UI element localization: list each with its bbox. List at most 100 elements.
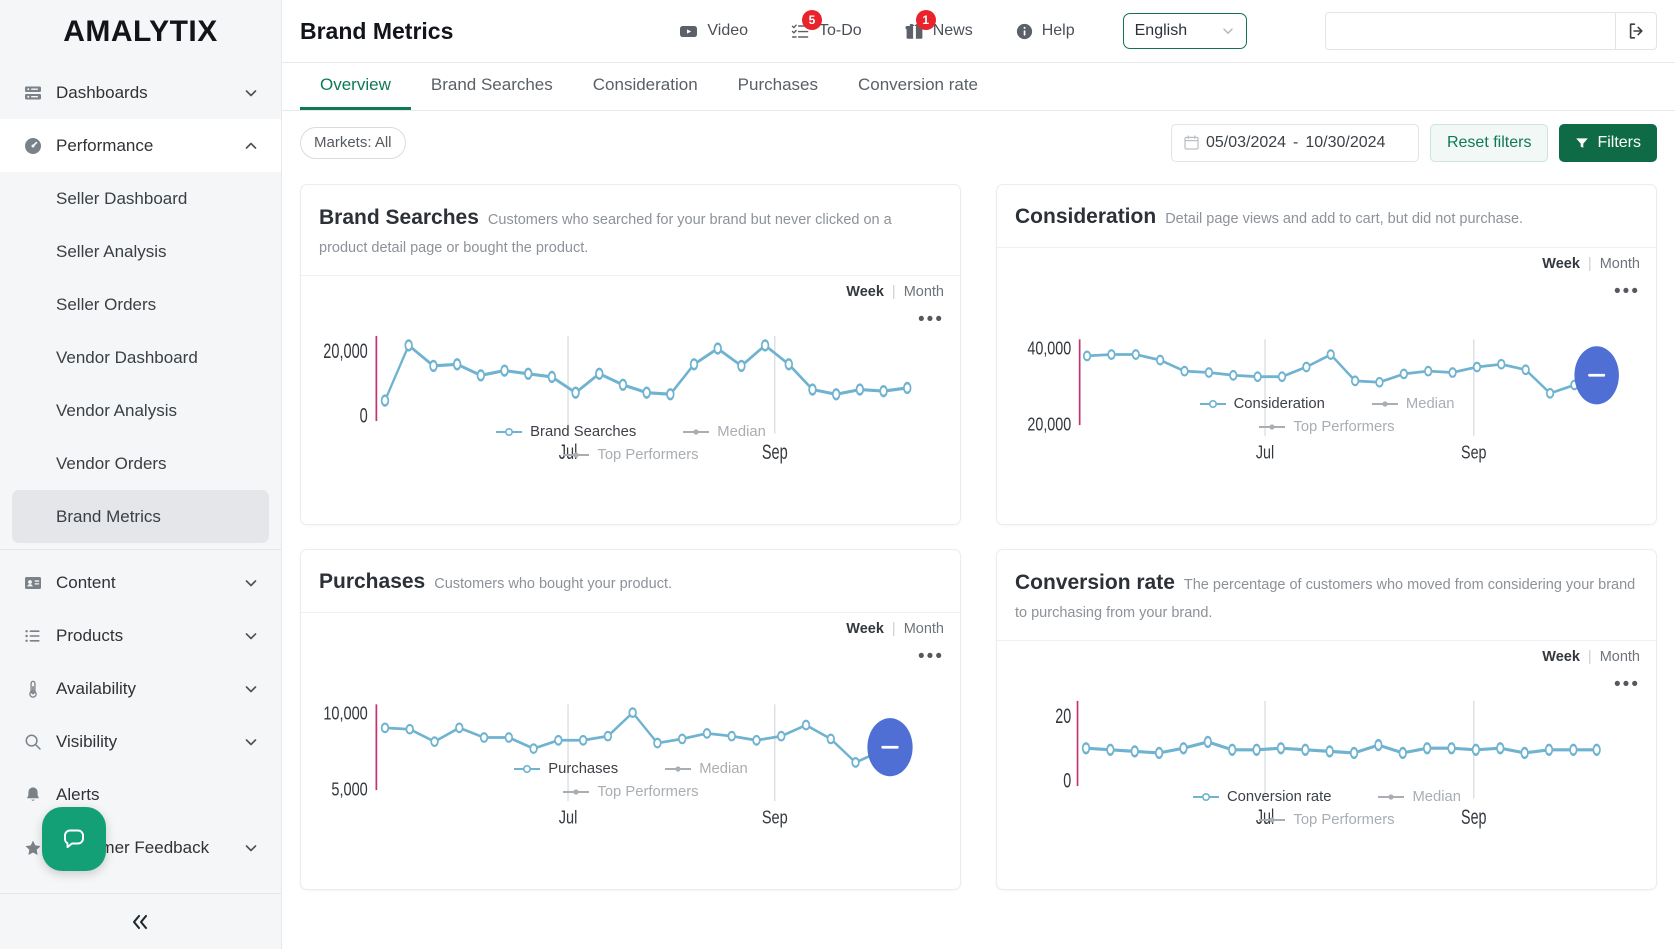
search-input[interactable] [1324, 12, 1615, 50]
legend-row-secondary: Top Performers [1258, 812, 1395, 828]
sidebar-item-products[interactable]: Products [0, 609, 281, 662]
tab-consideration[interactable]: Consideration [573, 63, 718, 110]
sidebar-item-alerts[interactable]: Alerts [0, 768, 281, 821]
legend-median[interactable]: Median [1377, 789, 1461, 805]
sidebar-subitem-label: Seller Dashboard [56, 188, 188, 208]
legend-consideration[interactable]: Consideration [1199, 396, 1325, 412]
chevron-down-icon [243, 85, 259, 101]
legend-row-primary: Brand Searches Median [495, 424, 766, 440]
tab-label: Overview [320, 75, 391, 94]
date-from: 05/03/2024 [1205, 133, 1287, 151]
legend-median[interactable]: Median [1371, 396, 1455, 413]
date-range-picker[interactable]: 05/03/2024 - 10/30/2024 [1170, 123, 1419, 162]
sidebar-item-vendor-analysis[interactable]: Vendor Analysis [0, 384, 281, 437]
legend-median[interactable]: Median [682, 424, 766, 440]
sidebar-item-seller-analysis[interactable]: Seller Analysis [0, 225, 281, 278]
card-description: Customers who bought your product. [434, 576, 672, 592]
tab-overview[interactable]: Overview [300, 63, 411, 110]
info-icon [1015, 22, 1034, 41]
chat-bubble-icon[interactable] [42, 807, 106, 871]
sidebar-item-label: Alerts [56, 784, 100, 804]
search-group [1324, 12, 1657, 50]
sidebar-item-availability[interactable]: Availability [0, 662, 281, 715]
card-title: Conversion rate [1015, 571, 1175, 594]
markets-filter-chip[interactable]: Markets: All [300, 126, 406, 159]
chart-purchases[interactable]: 10,000 5,000 Jul Sep [301, 613, 960, 890]
chevron-down-icon [243, 681, 259, 697]
tab-brand-searches[interactable]: Brand Searches [411, 63, 573, 110]
legend-conversion-rate[interactable]: Conversion rate [1192, 789, 1331, 805]
thermometer-icon [22, 678, 44, 700]
todo-button[interactable]: 5 To-Do [790, 9, 862, 42]
legend-top-performers[interactable]: Top Performers [562, 447, 699, 463]
todo-badge: 5 [802, 9, 823, 30]
tab-conversion-rate[interactable]: Conversion rate [838, 63, 998, 110]
app-root: AMALYTIX Dashboards Performance Seller D… [0, 0, 1675, 949]
tab-purchases[interactable]: Purchases [718, 63, 838, 110]
chart-consideration[interactable]: 40,000 20,000 Jul Sep [997, 248, 1656, 525]
legend-label: Median [1412, 788, 1461, 805]
sidebar-collapse-button[interactable] [0, 893, 281, 949]
filters-button[interactable]: Filters [1559, 123, 1657, 162]
sidebar-item-label: Products [56, 625, 124, 645]
sidebar-item-vendor-dashboard[interactable]: Vendor Dashboard [0, 331, 281, 384]
chart-legend: Purchases Median Top Performers [301, 761, 960, 800]
card-body: Week | Month ••• 20 0 Jul Sep Conversion… [997, 641, 1656, 890]
legend-label: Purchases [548, 761, 619, 778]
legend-row-primary: Consideration Median [1199, 396, 1455, 413]
tab-label: Brand Searches [430, 75, 553, 94]
chart-legend: Brand Searches Median Top Performers [301, 424, 960, 463]
card-header: Brand Searches Customers who searched for… [301, 185, 960, 276]
main-content: Brand Metrics Video 5 To-Do 1 News Help … [282, 0, 1675, 949]
video-button[interactable]: Video [678, 21, 748, 42]
chart-conversion-rate[interactable]: 20 0 Jul Sep [997, 641, 1656, 890]
legend-row-primary: Purchases Median [513, 761, 748, 777]
svg-text:20: 20 [1055, 704, 1071, 727]
legend-label: Median [1405, 396, 1455, 413]
legend-top-performers[interactable]: Top Performers [562, 784, 699, 801]
legend-median[interactable]: Median [664, 761, 748, 777]
sidebar-item-visibility[interactable]: Visibility [0, 715, 281, 768]
sidebar-subitem-label: Seller Orders [56, 294, 157, 314]
sidebar-item-seller-orders[interactable]: Seller Orders [0, 278, 281, 331]
sidebar-item-seller-dashboard[interactable]: Seller Dashboard [0, 172, 281, 225]
svg-text:40,000: 40,000 [1027, 338, 1071, 359]
news-button[interactable]: 1 News [904, 9, 973, 42]
logout-icon [1626, 21, 1646, 41]
sidebar-subitem-label: Brand Metrics [56, 506, 161, 526]
sidebar-subitem-label: Vendor Orders [56, 453, 167, 473]
top-actions: Video 5 To-Do 1 News Help English [678, 9, 1657, 50]
card-title: Brand Searches [319, 206, 479, 229]
help-button[interactable]: Help [1015, 22, 1075, 41]
card-title: Purchases [319, 570, 426, 593]
sidebar-item-dashboards[interactable]: Dashboards [0, 66, 281, 119]
sidebar-item-vendor-orders[interactable]: Vendor Orders [0, 437, 281, 490]
legend-line-icon [563, 452, 590, 458]
reset-filters-button[interactable]: Reset filters [1429, 123, 1549, 162]
sidebar-item-brand-metrics[interactable]: Brand Metrics [12, 490, 269, 543]
legend-label: Conversion rate [1227, 788, 1332, 805]
tab-bar: Overview Brand Searches Consideration Pu… [282, 63, 1675, 111]
legend-line-icon [1193, 792, 1219, 801]
legend-line-icon [683, 429, 710, 435]
date-to: 10/30/2024 [1305, 133, 1386, 151]
search-icon [22, 731, 44, 753]
dashboards-icon [22, 82, 44, 104]
chart-brand-searches[interactable]: 20,000 0 Jul Sep [301, 276, 960, 525]
card-header: Purchases Customers who bought your produ… [301, 550, 960, 614]
legend-label: Top Performers [597, 784, 699, 801]
language-select[interactable]: English [1122, 13, 1247, 49]
sidebar-item-content[interactable]: Content [0, 556, 281, 609]
legend-top-performers[interactable]: Top Performers [1258, 812, 1395, 828]
legend-brand-searches[interactable]: Brand Searches [495, 424, 636, 440]
legend-purchases[interactable]: Purchases [513, 761, 618, 777]
legend-top-performers[interactable]: Top Performers [1258, 419, 1395, 436]
chevron-down-icon [243, 628, 259, 644]
sidebar-item-performance[interactable]: Performance [0, 119, 281, 172]
performance-gauge-icon [22, 135, 44, 157]
logout-button[interactable] [1614, 12, 1657, 50]
card-header: Conversion rate The percentage of custome… [997, 550, 1656, 641]
filter-bar: Markets: All 05/03/2024 - 10/30/2024 Res… [282, 111, 1675, 174]
legend-line-icon [1199, 400, 1226, 409]
legend-label: Top Performers [1293, 419, 1395, 436]
